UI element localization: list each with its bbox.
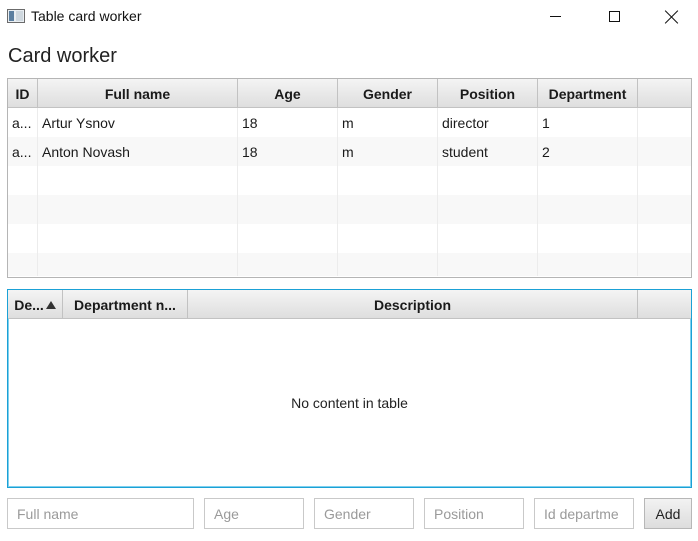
workers-table-header: ID Full name Age Gender Position Departm… <box>8 79 691 108</box>
departments-table-header: De... Department n... Description <box>8 290 691 319</box>
cell-position: student <box>438 137 538 166</box>
cell-department: 2 <box>538 137 638 166</box>
page-title: Card worker <box>8 45 117 67</box>
column-header-id[interactable]: ID <box>8 79 38 108</box>
gender-field[interactable] <box>314 498 414 529</box>
workers-table-body: a... Artur Ysnov 18 m director 1 a... An… <box>8 108 691 276</box>
cell-filler <box>638 108 691 137</box>
cell-position: director <box>438 108 538 137</box>
column-header-department-name[interactable]: Department n... <box>63 290 188 319</box>
age-field[interactable] <box>204 498 304 529</box>
department-id-field[interactable] <box>534 498 634 529</box>
full-name-field[interactable] <box>7 498 194 529</box>
empty-row <box>8 166 691 195</box>
window-title: Table card worker <box>31 8 142 24</box>
title-bar: Table card worker <box>0 0 698 33</box>
cell-age: 18 <box>238 137 338 166</box>
cell-full-name: Anton Novash <box>38 137 238 166</box>
maximize-button[interactable] <box>585 0 643 33</box>
empty-row <box>8 253 691 276</box>
maximize-icon <box>608 11 620 22</box>
add-button[interactable]: Add <box>644 498 692 529</box>
column-header-gender[interactable]: Gender <box>338 79 438 108</box>
minimize-icon <box>549 16 561 17</box>
close-button[interactable] <box>643 0 698 33</box>
cell-id: a... <box>8 137 38 166</box>
empty-table-placeholder: No content in table <box>291 395 408 411</box>
app-window-icon <box>7 9 25 23</box>
column-header-department-id[interactable]: De... <box>8 290 63 319</box>
table-row[interactable]: a... Artur Ysnov 18 m director 1 <box>8 108 691 137</box>
minimize-button[interactable] <box>526 0 584 33</box>
cell-gender: m <box>338 137 438 166</box>
workers-table[interactable]: ID Full name Age Gender Position Departm… <box>7 78 692 278</box>
cell-id: a... <box>8 108 38 137</box>
close-icon <box>665 10 679 24</box>
cell-gender: m <box>338 108 438 137</box>
column-header-age[interactable]: Age <box>238 79 338 108</box>
empty-row <box>8 224 691 253</box>
departments-table[interactable]: De... Department n... Description No con… <box>7 289 692 488</box>
column-header-filler <box>638 290 691 319</box>
cell-filler <box>638 137 691 166</box>
sort-ascending-icon <box>45 300 56 309</box>
position-field[interactable] <box>424 498 524 529</box>
cell-full-name: Artur Ysnov <box>38 108 238 137</box>
column-header-department[interactable]: Department <box>538 79 638 108</box>
table-row[interactable]: a... Anton Novash 18 m student 2 <box>8 137 691 166</box>
cell-age: 18 <box>238 108 338 137</box>
column-header-description[interactable]: Description <box>188 290 638 319</box>
column-header-full-name[interactable]: Full name <box>38 79 238 108</box>
column-header-department-id-label: De... <box>14 296 44 313</box>
empty-row <box>8 195 691 224</box>
column-header-position[interactable]: Position <box>438 79 538 108</box>
cell-department: 1 <box>538 108 638 137</box>
column-header-filler <box>638 79 691 108</box>
